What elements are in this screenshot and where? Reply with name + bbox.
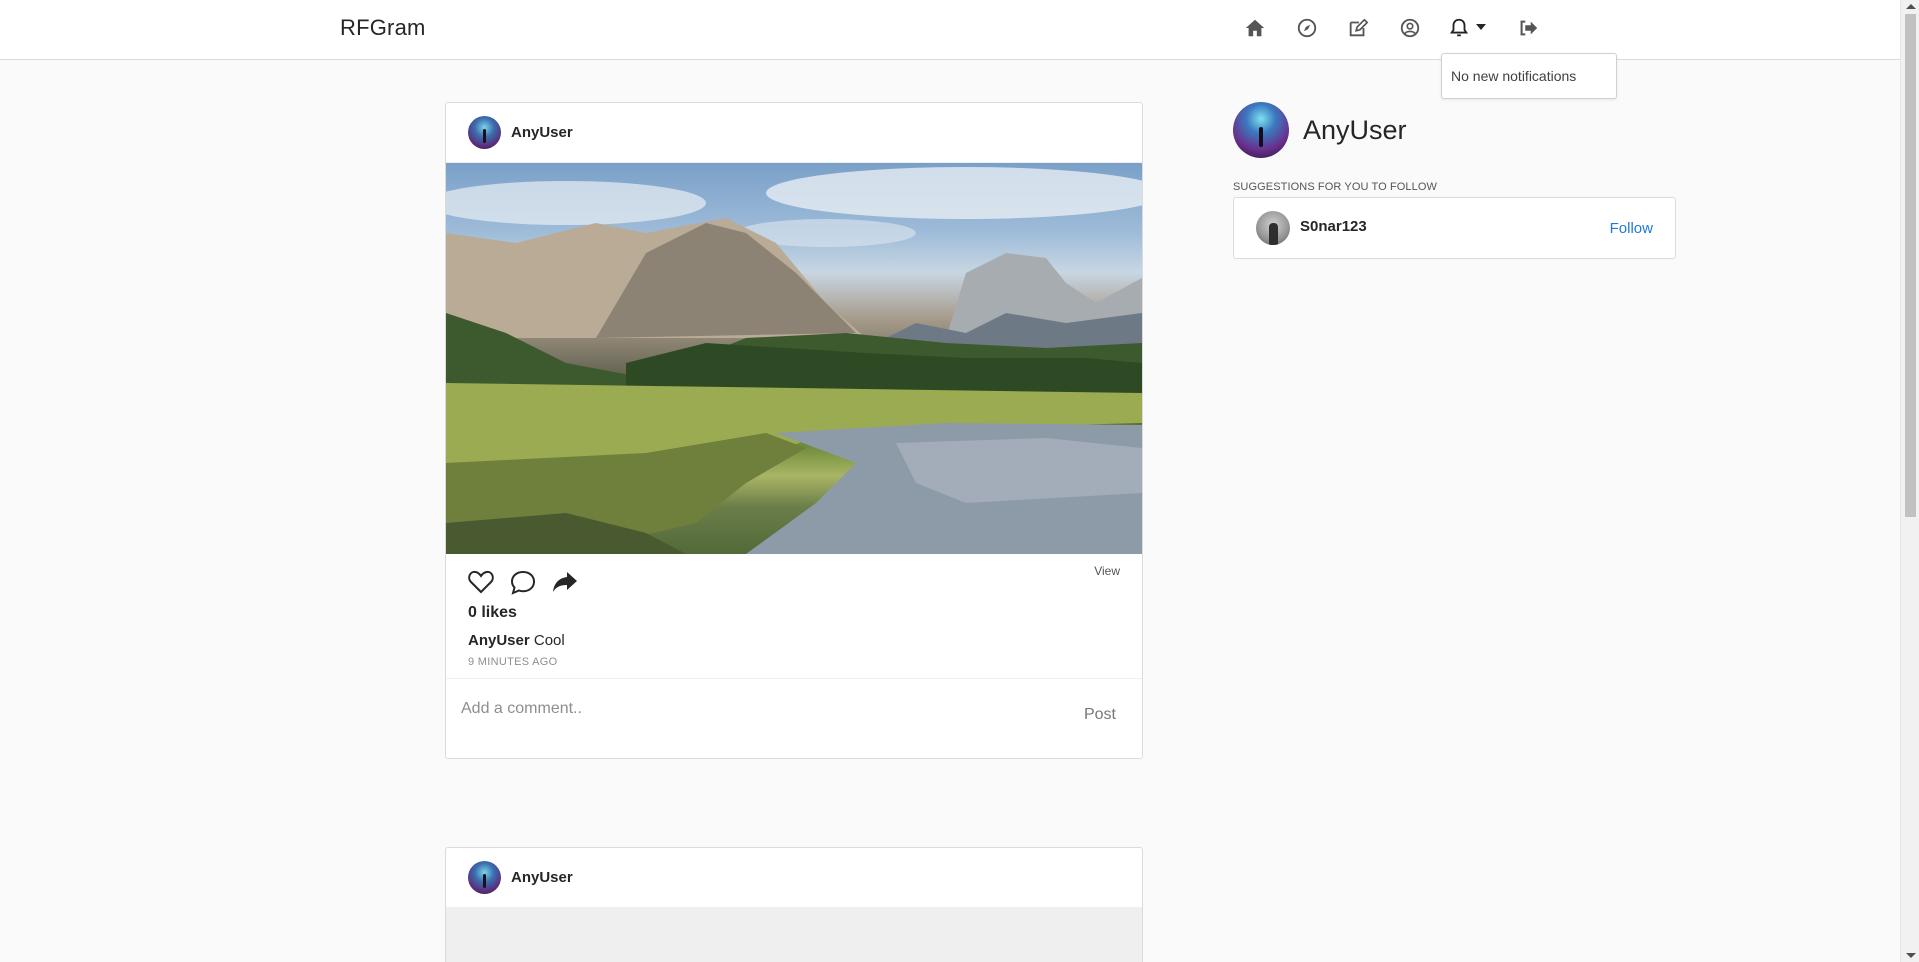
caption-text: Cool bbox=[533, 632, 565, 649]
avatar[interactable] bbox=[1256, 211, 1290, 245]
page-scrollbar[interactable] bbox=[1900, 0, 1919, 962]
scroll-down-arrow-icon[interactable] bbox=[1906, 953, 1916, 958]
notifications-empty-text: No new notifications bbox=[1451, 68, 1577, 84]
view-post-link[interactable]: View bbox=[1094, 564, 1120, 578]
home-icon[interactable] bbox=[1243, 16, 1267, 40]
avatar[interactable] bbox=[468, 861, 501, 894]
scrollbar-thumb[interactable] bbox=[1905, 14, 1916, 517]
notifications-dropdown-caret[interactable] bbox=[1476, 24, 1486, 30]
profile-username[interactable]: AnyUser bbox=[1303, 115, 1407, 146]
suggestion-item: S0nar123 Follow bbox=[1233, 197, 1676, 259]
post-username[interactable]: AnyUser bbox=[511, 869, 573, 886]
logout-icon[interactable] bbox=[1516, 16, 1540, 40]
landscape-image bbox=[446, 167, 1142, 554]
explore-icon[interactable] bbox=[1295, 16, 1319, 40]
post-header: AnyUser bbox=[446, 848, 1142, 908]
post-caption: AnyUser Cool bbox=[446, 622, 1142, 649]
profile-icon[interactable] bbox=[1398, 16, 1422, 40]
post-actions: View bbox=[446, 554, 1142, 602]
comment-bar: Post bbox=[446, 678, 1142, 750]
post-photo-loading bbox=[446, 908, 1142, 962]
post-photo[interactable] bbox=[446, 163, 1142, 554]
brand-logo[interactable]: RFGram bbox=[340, 15, 426, 41]
follow-button[interactable]: Follow bbox=[1610, 220, 1653, 237]
comment-bubble-icon[interactable] bbox=[509, 568, 537, 596]
notifications-dropdown: No new notifications bbox=[1441, 53, 1617, 99]
caption-username[interactable]: AnyUser bbox=[468, 632, 530, 649]
top-navbar: RFGram bbox=[0, 0, 1900, 60]
avatar[interactable] bbox=[1233, 102, 1289, 158]
profile-summary: AnyUser bbox=[1233, 102, 1407, 158]
like-heart-icon[interactable] bbox=[467, 568, 495, 596]
avatar[interactable] bbox=[468, 116, 501, 149]
new-post-icon[interactable] bbox=[1346, 16, 1370, 40]
post-header: AnyUser bbox=[446, 103, 1142, 163]
notifications-icon[interactable] bbox=[1447, 16, 1471, 40]
post-username[interactable]: AnyUser bbox=[511, 124, 573, 141]
post-timestamp: 9 MINUTES AGO bbox=[468, 656, 558, 668]
share-icon[interactable] bbox=[551, 568, 579, 596]
like-count: 0 likes bbox=[468, 604, 517, 621]
suggestion-username[interactable]: S0nar123 bbox=[1300, 218, 1367, 235]
scroll-up-arrow-icon[interactable] bbox=[1906, 4, 1916, 9]
comment-input[interactable] bbox=[461, 699, 961, 718]
post-card: AnyUser bbox=[445, 847, 1143, 962]
post-card: AnyUser bbox=[445, 102, 1143, 759]
post-comment-button[interactable]: Post bbox=[1084, 706, 1116, 724]
suggestions-title: SUGGESTIONS FOR YOU TO FOLLOW bbox=[1233, 181, 1437, 193]
